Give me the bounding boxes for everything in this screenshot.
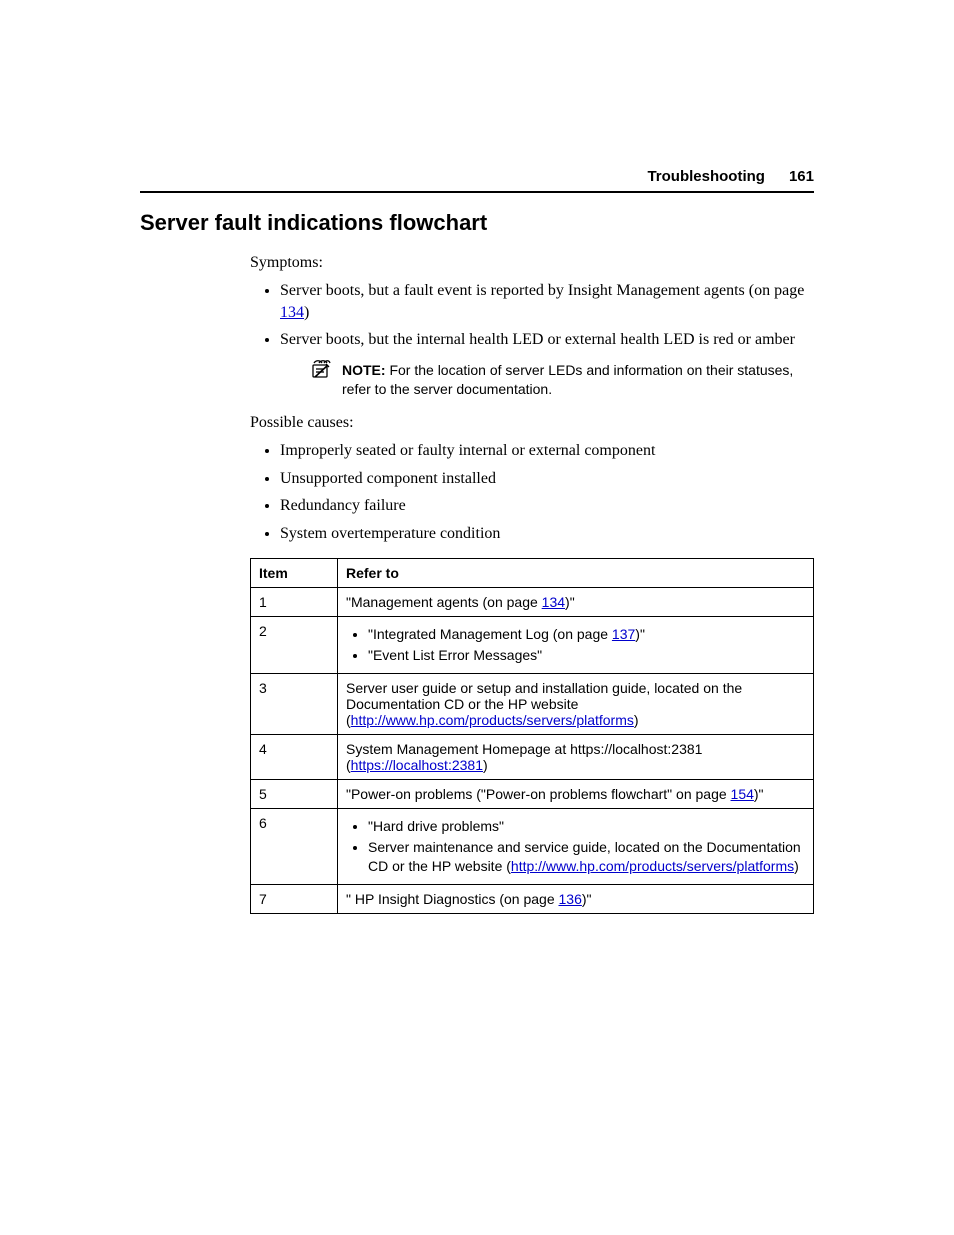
symptoms-list: Server boots, but a fault event is repor…: [250, 280, 814, 400]
hp-platforms-link[interactable]: http://www.hp.com/products/servers/platf…: [351, 712, 634, 728]
symptom-1-pre: Server boots, but a fault event is repor…: [280, 282, 804, 299]
table-row: 6 "Hard drive problems" Server maintenan…: [251, 809, 814, 885]
hp-platforms-link[interactable]: http://www.hp.com/products/servers/platf…: [511, 858, 794, 874]
table-row: 4 System Management Homepage at https://…: [251, 735, 814, 780]
page-link-137[interactable]: 137: [612, 626, 635, 642]
page-link-136[interactable]: 136: [559, 891, 582, 907]
cell-refer: " HP Insight Diagnostics (on page 136)": [338, 884, 814, 913]
causes-list: Improperly seated or faulty internal or …: [250, 440, 814, 544]
running-header: Troubleshooting 161: [140, 168, 814, 193]
table-row: 2 "Integrated Management Log (on page 13…: [251, 617, 814, 674]
note-body: For the location of server LEDs and info…: [342, 362, 793, 398]
r7-post: )": [582, 891, 592, 907]
r7-pre: " HP Insight Diagnostics (on page: [346, 891, 559, 907]
content: Server fault indications flowchart Sympt…: [140, 210, 814, 914]
cell-item: 2: [251, 617, 338, 674]
note-icon: [310, 359, 332, 385]
table-row: 7 " HP Insight Diagnostics (on page 136)…: [251, 884, 814, 913]
causes-label: Possible causes:: [250, 414, 814, 432]
list-item: Server boots, but a fault event is repor…: [280, 280, 814, 323]
note-text: NOTE: For the location of server LEDs an…: [342, 361, 814, 400]
page-link-134[interactable]: 134: [542, 594, 565, 610]
list-item: Server boots, but the internal health LE…: [280, 329, 814, 400]
cell-refer: System Management Homepage at https://lo…: [338, 735, 814, 780]
localhost-link[interactable]: https://localhost:2381: [351, 757, 483, 773]
cell-item: 4: [251, 735, 338, 780]
r1-post: )": [565, 594, 575, 610]
note: NOTE: For the location of server LEDs an…: [310, 361, 814, 400]
cell-item: 7: [251, 884, 338, 913]
list-item: Server maintenance and service guide, lo…: [368, 838, 805, 876]
body: Symptoms: Server boots, but a fault even…: [250, 254, 814, 914]
list-item: Improperly seated or faulty internal or …: [280, 440, 814, 462]
reference-table: Item Refer to 1 "Management agents (on p…: [250, 558, 814, 913]
r6-b2-post: ): [794, 858, 799, 874]
list-item: Unsupported component installed: [280, 468, 814, 490]
page-link-134[interactable]: 134: [280, 304, 304, 321]
list-item: "Hard drive problems": [368, 817, 805, 836]
header-section: Troubleshooting: [647, 168, 765, 185]
cell-refer: "Management agents (on page 134)": [338, 588, 814, 617]
cell-item: 3: [251, 674, 338, 735]
cell-item: 1: [251, 588, 338, 617]
symptoms-label: Symptoms:: [250, 254, 814, 272]
list-item: "Event List Error Messages": [368, 646, 805, 665]
table-row: 1 "Management agents (on page 134)": [251, 588, 814, 617]
page-link-154[interactable]: 154: [731, 786, 754, 802]
symptom-1-post: ): [304, 304, 309, 321]
cell-refer: "Power-on problems ("Power-on problems f…: [338, 780, 814, 809]
note-label: NOTE:: [342, 362, 386, 378]
table-header-row: Item Refer to: [251, 559, 814, 588]
cell-refer: "Integrated Management Log (on page 137)…: [338, 617, 814, 674]
page: Troubleshooting 161 Server fault indicat…: [0, 0, 954, 1235]
table-row: 3 Server user guide or setup and install…: [251, 674, 814, 735]
cell-item: 6: [251, 809, 338, 885]
r5-pre: "Power-on problems ("Power-on problems f…: [346, 786, 731, 802]
r4-post: ): [483, 757, 488, 773]
symptom-2: Server boots, but the internal health LE…: [280, 331, 795, 348]
r2-b1-pre: "Integrated Management Log (on page: [368, 626, 612, 642]
cell-refer: Server user guide or setup and installat…: [338, 674, 814, 735]
header-page-number: 161: [789, 168, 814, 185]
cell-item: 5: [251, 780, 338, 809]
page-title: Server fault indications flowchart: [140, 210, 814, 236]
r2-b1-post: )": [635, 626, 645, 642]
r1-pre: "Management agents (on page: [346, 594, 542, 610]
r3-post: ): [634, 712, 639, 728]
col-refer-header: Refer to: [338, 559, 814, 588]
list-item: Redundancy failure: [280, 495, 814, 517]
list-item: System overtemperature condition: [280, 523, 814, 545]
col-item-header: Item: [251, 559, 338, 588]
list-item: "Integrated Management Log (on page 137)…: [368, 625, 805, 644]
r5-post: )": [754, 786, 764, 802]
table-row: 5 "Power-on problems ("Power-on problems…: [251, 780, 814, 809]
cell-refer: "Hard drive problems" Server maintenance…: [338, 809, 814, 885]
